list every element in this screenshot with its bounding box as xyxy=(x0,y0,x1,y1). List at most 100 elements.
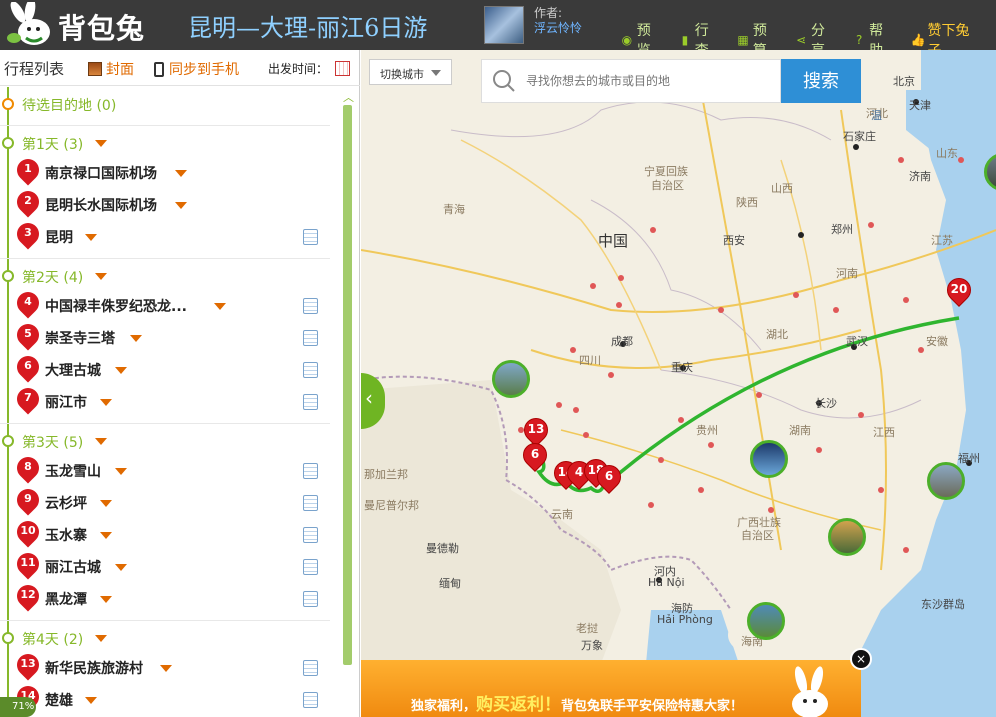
map-pin-icon: 2 xyxy=(12,186,44,218)
list-item[interactable]: 11 丽江古城 xyxy=(0,548,330,583)
list-item[interactable]: 7 丽江市 xyxy=(0,383,330,418)
chevron-down-icon[interactable] xyxy=(95,273,107,280)
note-icon[interactable] xyxy=(303,463,318,479)
stop-name: 云杉坪 xyxy=(45,496,87,512)
logo[interactable]: 背包兔 xyxy=(0,0,160,50)
list-item[interactable]: 6 大理古城 xyxy=(0,351,330,386)
list-item[interactable]: 2 昆明长水国际机场 xyxy=(0,186,330,221)
stop-name: 昆明 xyxy=(45,230,73,246)
map-label: 西安 xyxy=(723,234,745,247)
group-day-1[interactable]: 第1天 (3) xyxy=(0,125,330,157)
trip-title[interactable]: 昆明—大理-丽江6日游 xyxy=(188,8,427,43)
chevron-down-icon[interactable] xyxy=(175,202,187,209)
cover-button[interactable]: 封面 xyxy=(88,59,134,79)
group-day-3[interactable]: 第3天 (5) xyxy=(0,423,330,455)
chevron-down-icon[interactable] xyxy=(160,665,172,672)
map-pin-icon: 13 xyxy=(12,649,44,681)
stop-name: 丽江市 xyxy=(45,395,87,411)
sync-phone-button[interactable]: 同步到手机 xyxy=(154,59,239,79)
note-icon[interactable] xyxy=(303,559,318,575)
calendar-icon[interactable] xyxy=(335,61,350,76)
note-icon[interactable] xyxy=(303,495,318,511)
list-item[interactable]: 13 新华民族旅游村 xyxy=(0,649,330,684)
stop-name: 玉龙雪山 xyxy=(45,464,101,480)
chevron-down-icon[interactable] xyxy=(85,697,97,704)
map-label: Hải Phòng xyxy=(657,613,713,626)
chevron-down-icon[interactable] xyxy=(115,367,127,374)
group-day-4[interactable]: 第4天 (2) xyxy=(0,620,330,652)
photo-marker[interactable] xyxy=(927,462,965,500)
map-pin-icon: 10 xyxy=(12,516,44,548)
note-icon[interactable] xyxy=(303,229,318,245)
chevron-down-icon[interactable] xyxy=(100,532,112,539)
group-pending[interactable]: 待选目的地 (0) xyxy=(0,87,330,119)
list-scrollbar[interactable]: ︿ xyxy=(341,87,355,717)
chevron-down-icon[interactable] xyxy=(115,468,127,475)
chevron-left-icon: ‹ xyxy=(365,386,373,410)
map-marker[interactable]: 6 xyxy=(518,438,552,473)
map-label: 曼尼普尔邦 xyxy=(364,499,419,512)
timeline-dot xyxy=(2,98,14,110)
eye-icon: ◉ xyxy=(621,33,633,47)
note-icon[interactable] xyxy=(303,394,318,410)
list-item[interactable]: 8 玉龙雪山 xyxy=(0,452,330,487)
author-name[interactable]: 浮云怜怜 xyxy=(534,19,582,36)
list-item[interactable]: 4 中国禄丰侏罗纪恐龙... xyxy=(0,287,330,322)
promo-highlight: 购买返利！ xyxy=(476,695,562,715)
chevron-down-icon[interactable] xyxy=(175,170,187,177)
chevron-down-icon[interactable] xyxy=(95,635,107,642)
search-button[interactable]: 搜索 xyxy=(781,59,861,103)
list-item[interactable]: 1 南京禄口国际机场 xyxy=(0,154,330,189)
city-switch-dropdown[interactable]: 切换城市 xyxy=(369,59,452,85)
map-marker[interactable]: 6 xyxy=(592,460,626,495)
map-view[interactable]: 中国 北京 天津 石家庄 河北 山东 济南 山西 宁夏回族 自治区 青海 陕西 … xyxy=(361,50,996,717)
chevron-down-icon[interactable] xyxy=(100,399,112,406)
promo-text-a: 独家福利， xyxy=(411,699,477,714)
map-pin-icon: 4 xyxy=(12,287,44,319)
close-icon[interactable]: × xyxy=(850,648,872,670)
note-icon[interactable] xyxy=(303,660,318,676)
chevron-up-icon[interactable]: ︿ xyxy=(343,89,354,105)
map-label: 山东 xyxy=(936,147,958,160)
timeline-dot xyxy=(2,137,14,149)
map-label: 重庆 xyxy=(671,361,693,374)
photo-marker[interactable] xyxy=(747,602,785,640)
list-item[interactable]: 10 玉水寨 xyxy=(0,516,330,551)
note-icon[interactable] xyxy=(303,362,318,378)
note-icon[interactable] xyxy=(303,591,318,607)
note-icon[interactable] xyxy=(303,527,318,543)
thumbs-up-icon: 👍 xyxy=(910,33,926,47)
search-input[interactable] xyxy=(526,70,766,92)
cover-icon xyxy=(88,62,102,76)
photo-marker[interactable] xyxy=(492,360,530,398)
group-label: 待选目的地 (0) xyxy=(22,98,117,114)
note-icon[interactable] xyxy=(303,692,318,708)
list-item[interactable]: 14 楚雄 xyxy=(0,681,330,716)
chevron-down-icon[interactable] xyxy=(85,234,97,241)
list-item[interactable]: 5 崇圣寺三塔 xyxy=(0,319,330,354)
map-label: 自治区 xyxy=(651,179,684,192)
list-item[interactable]: 12 黑龙潭 xyxy=(0,580,330,615)
author-avatar[interactable] xyxy=(484,6,524,44)
note-icon[interactable] xyxy=(303,298,318,314)
chevron-down-icon[interactable] xyxy=(214,303,226,310)
chevron-down-icon[interactable] xyxy=(100,500,112,507)
map-label: 郑州 xyxy=(831,223,853,236)
chevron-down-icon[interactable] xyxy=(95,140,107,147)
chevron-down-icon[interactable] xyxy=(130,335,142,342)
map-label: 湖南 xyxy=(789,424,811,437)
list-item[interactable]: 3 昆明 xyxy=(0,218,330,253)
chevron-down-icon[interactable] xyxy=(115,564,127,571)
photo-marker[interactable] xyxy=(828,518,866,556)
chevron-down-icon[interactable] xyxy=(95,438,107,445)
chevron-down-icon[interactable] xyxy=(100,596,112,603)
list-item[interactable]: 9 云杉坪 xyxy=(0,484,330,519)
share-icon: ⋖ xyxy=(796,33,807,47)
group-day-2[interactable]: 第2天 (4) xyxy=(0,258,330,290)
scrollbar-thumb[interactable] xyxy=(343,105,352,665)
photo-marker[interactable] xyxy=(750,440,788,478)
note-icon[interactable] xyxy=(303,330,318,346)
itinerary-title: 行程列表 xyxy=(4,60,65,78)
map-marker[interactable]: 20 xyxy=(942,273,976,308)
promo-banner[interactable]: 独家福利，购买返利！背包兔联手平安保险特惠大家！ xyxy=(361,660,861,717)
